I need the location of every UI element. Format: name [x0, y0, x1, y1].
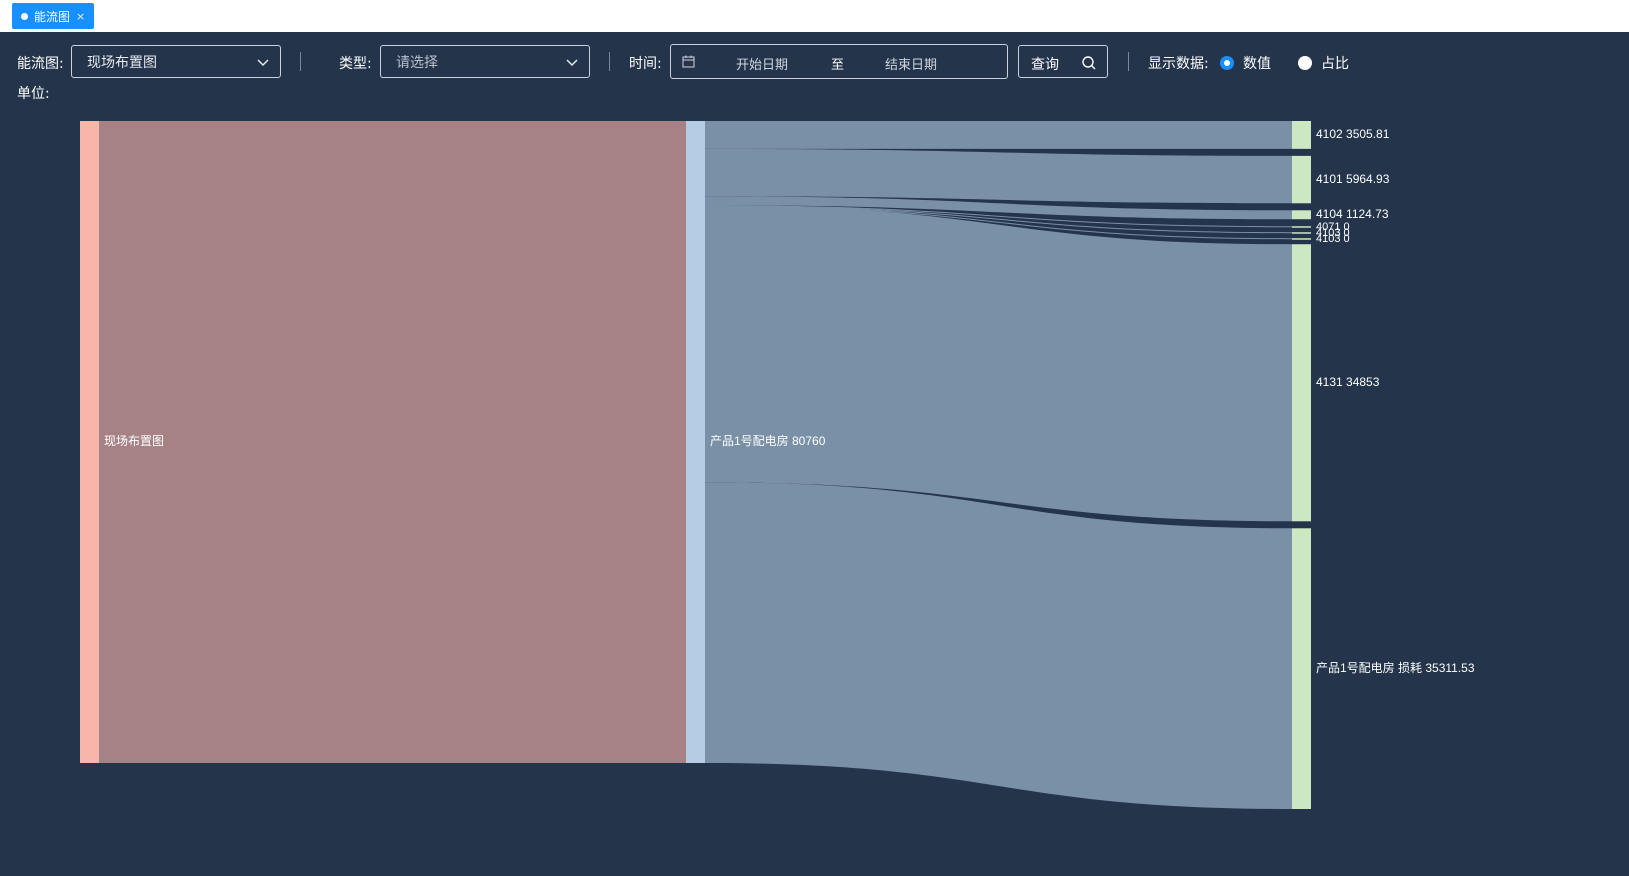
- radio-ratio[interactable]: 占比: [1298, 53, 1349, 73]
- sankey-label-4104: 4104 1124.73: [1316, 207, 1389, 221]
- sankey-label-4101: 4101 5964.93: [1316, 172, 1390, 186]
- query-button-label: 查询: [1031, 57, 1059, 73]
- sankey-node-4103b[interactable]: [1292, 238, 1311, 240]
- date-separator: 至: [831, 58, 845, 73]
- sankey-node-4104[interactable]: [1292, 210, 1311, 220]
- link-dist-to-4131: [705, 205, 1292, 522]
- search-icon: [1082, 56, 1096, 70]
- sankey-node-4131[interactable]: [1292, 244, 1311, 522]
- sankey-node-loss[interactable]: [1292, 528, 1311, 809]
- radio-value[interactable]: 数值: [1220, 53, 1271, 73]
- calendar-icon: [682, 55, 695, 68]
- link-root-to-dist: [99, 121, 686, 763]
- sankey-label-dist: 产品1号配电房 80760: [710, 433, 826, 448]
- sankey-node-4103a[interactable]: [1292, 232, 1311, 234]
- type-select[interactable]: 请选择: [380, 45, 590, 78]
- sankey-node-4102[interactable]: [1292, 121, 1311, 149]
- type-select-placeholder: 请选择: [396, 54, 438, 71]
- date-end-input[interactable]: 结束日期: [885, 54, 937, 73]
- radio-value-label: 数值: [1243, 56, 1271, 72]
- divider: [1128, 52, 1129, 71]
- sankey-label-loss: 产品1号配电房 损耗 35311.53: [1316, 660, 1475, 675]
- query-button[interactable]: 查询: [1018, 45, 1108, 78]
- link-dist-to-4101: [705, 148, 1292, 204]
- display-data-label: 显示数据:: [1148, 56, 1209, 72]
- tab-bar: 能流图 ×: [0, 0, 1629, 32]
- sankey-label-4102: 4102 3505.81: [1316, 127, 1390, 141]
- chevron-down-icon: [566, 59, 578, 67]
- sankey-label-root: 现场布置图: [104, 434, 164, 448]
- radio-ratio-label: 占比: [1321, 56, 1349, 72]
- sankey-node-root[interactable]: [80, 121, 99, 763]
- flow-select-value: 现场布置图: [87, 54, 157, 71]
- date-range-picker[interactable]: 开始日期 至 结束日期: [670, 44, 1008, 79]
- unit-label: 单位:: [17, 86, 50, 102]
- time-label: 时间:: [629, 56, 662, 72]
- sankey-node-4101[interactable]: [1292, 155, 1311, 204]
- sankey-chart: 现场布置图 产品1号配电房 80760 4102 3505.81 4101 5964.…: [80, 121, 1475, 809]
- link-dist-to-4102: [705, 121, 1292, 149]
- radio-checked-icon: [1220, 56, 1234, 70]
- flow-label: 能流图:: [17, 56, 64, 72]
- tab-active-dot: [21, 12, 28, 20]
- divider: [300, 52, 301, 71]
- sankey-label-4131: 4131 34853: [1316, 375, 1380, 389]
- sankey-node-4071[interactable]: [1292, 226, 1311, 228]
- sankey-label-4103b: 4103 0: [1316, 233, 1350, 245]
- tab-energy-flow[interactable]: 能流图 ×: [12, 3, 95, 29]
- type-label: 类型:: [339, 56, 372, 72]
- flow-select[interactable]: 现场布置图: [71, 45, 281, 78]
- tab-close-icon[interactable]: ×: [76, 10, 85, 23]
- sankey-node-dist[interactable]: [686, 121, 705, 763]
- divider: [609, 52, 610, 71]
- filter-toolbar: 能流图: 现场布置图 类型: 请选择 时间: 开始日期 至 结束日期 查询 显示…: [0, 44, 1629, 80]
- tab-label: 能流图: [34, 9, 71, 24]
- chevron-down-icon: [257, 59, 269, 67]
- link-dist-to-loss: [705, 482, 1292, 809]
- radio-unchecked-icon: [1298, 56, 1312, 70]
- date-start-input[interactable]: 开始日期: [736, 54, 788, 73]
